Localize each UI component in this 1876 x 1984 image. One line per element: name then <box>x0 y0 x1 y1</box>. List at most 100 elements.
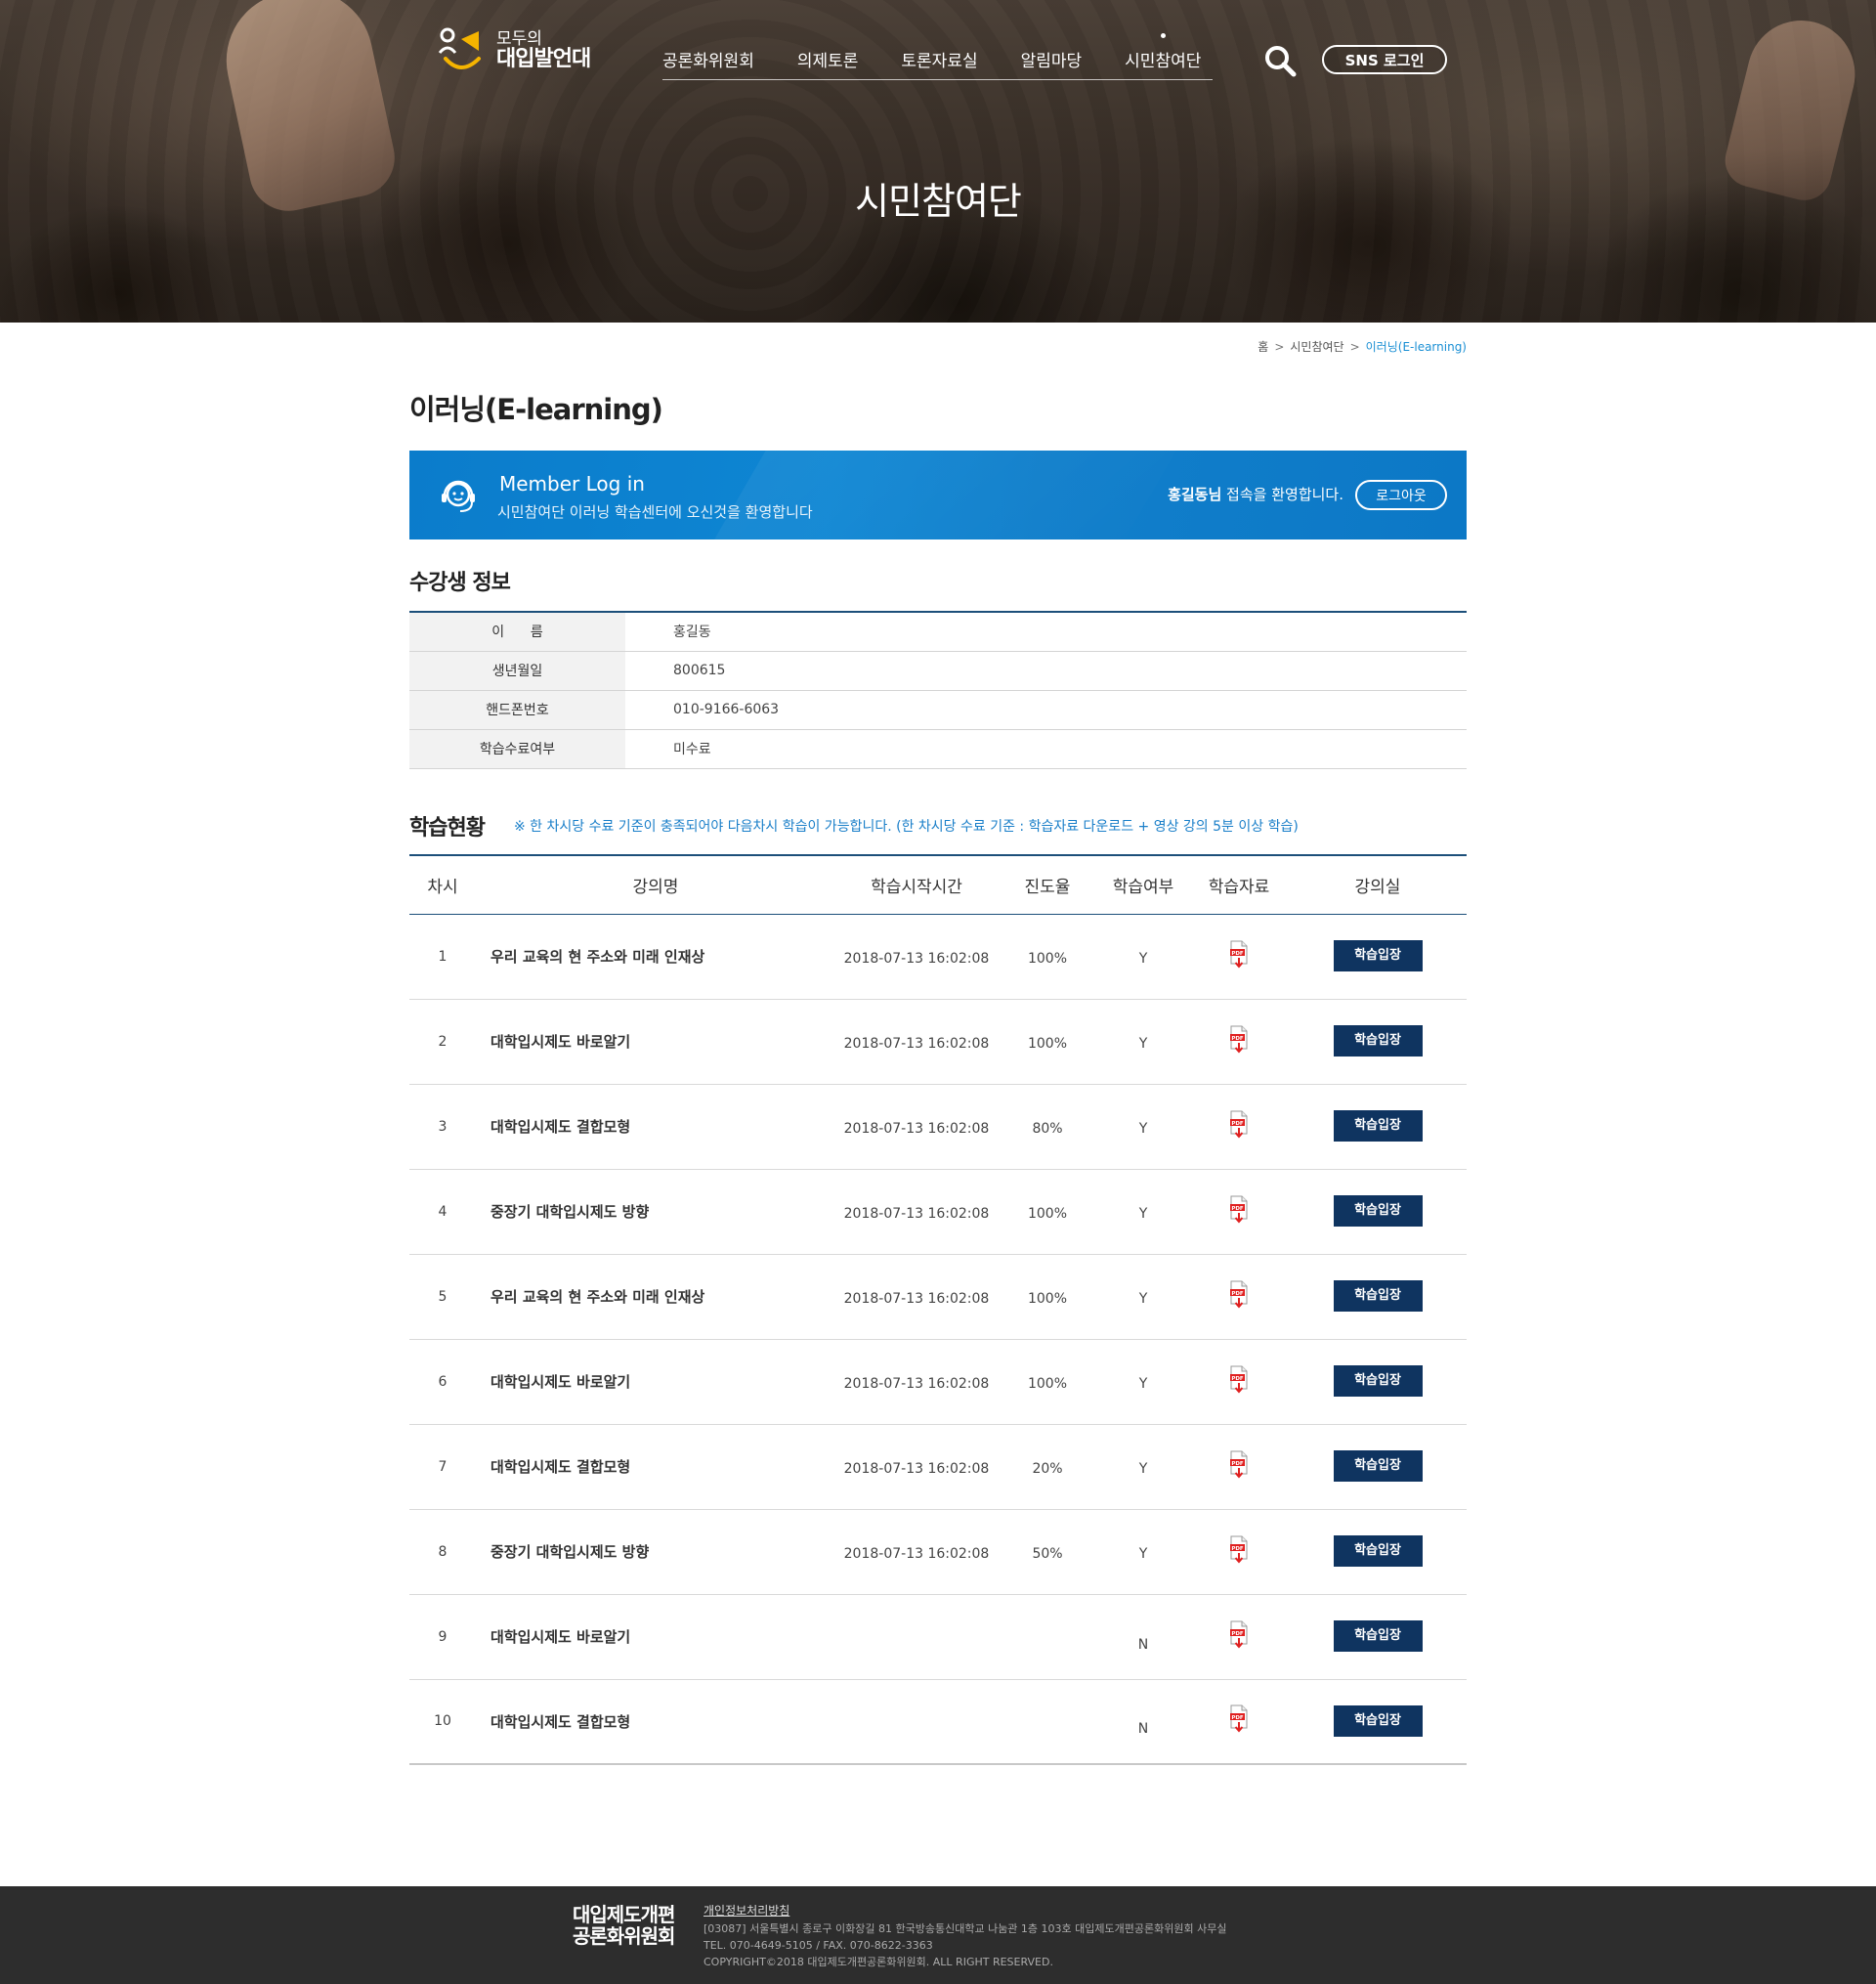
completion-status: Y <box>1097 1339 1189 1425</box>
pdf-download-icon[interactable]: PDF <box>1229 1365 1249 1395</box>
logout-button[interactable]: 로그아웃 <box>1355 480 1447 510</box>
svg-text:PDF: PDF <box>1231 1376 1244 1382</box>
main-menu: 공론화위원회 의제토론 토론자료실 알림마당 시민참여단 <box>662 33 1213 80</box>
session-number: 9 <box>409 1594 476 1680</box>
pdf-download-icon[interactable]: PDF <box>1229 1280 1249 1310</box>
site-logo[interactable]: 모두의 대입발언대 <box>436 25 591 76</box>
completion-status: N <box>1137 1721 1149 1738</box>
col-material-header: 학습자료 <box>1189 855 1289 915</box>
start-time: 2018-07-13 16:02:08 <box>835 1169 998 1255</box>
svg-text:PDF: PDF <box>1231 1631 1244 1637</box>
info-row: 생년월일 800615 <box>409 651 1467 691</box>
footer-logo-line2: 공론화위원회 <box>573 1924 675 1948</box>
session-number: 1 <box>409 914 476 1000</box>
pdf-download-icon[interactable]: PDF <box>1229 1110 1249 1140</box>
pdf-download-icon[interactable]: PDF <box>1229 1535 1249 1565</box>
pdf-download-icon[interactable]: PDF <box>1229 1620 1249 1650</box>
sns-login-button[interactable]: SNS 로그인 <box>1322 45 1447 74</box>
menu-item-agenda[interactable]: 의제토론 <box>797 47 859 71</box>
site-footer: 대입제도개편 공론화위원회 개인정보처리방침 [03087] 서울특별시 종로구… <box>0 1886 1876 1984</box>
svg-text:PDF: PDF <box>1231 1121 1244 1127</box>
classroom-cell: 학습입장 <box>1289 1679 1467 1764</box>
progress-rate: 100% <box>998 1339 1097 1425</box>
menu-item-citizen-panel[interactable]: 시민참여단 <box>1125 33 1201 71</box>
col-lecture-header: 강의명 <box>476 855 835 915</box>
info-row: 학습수료여부 미수료 <box>409 729 1467 769</box>
breadcrumb-section[interactable]: 시민참여단 <box>1290 338 1343 355</box>
info-label: 학습수료여부 <box>409 729 625 769</box>
search-icon[interactable] <box>1262 43 1298 78</box>
lecture-title: 대학입시제도 바로알기 <box>476 1594 835 1680</box>
menu-item-committee[interactable]: 공론화위원회 <box>662 47 754 71</box>
pdf-download-icon[interactable]: PDF <box>1229 1704 1249 1734</box>
breadcrumb-current: 이러닝(E-learning) <box>1365 340 1467 354</box>
info-label: 이 름 <box>409 612 625 652</box>
privacy-policy-link[interactable]: 개인정보처리방침 <box>704 1902 1226 1920</box>
info-value: 010-9166-6063 <box>625 690 1467 730</box>
pdf-download-icon[interactable]: PDF <box>1229 1450 1249 1480</box>
footer-address: [03087] 서울특별시 종로구 이화장길 81 한국방송통신대학교 나눔관 … <box>704 1921 1227 1935</box>
info-value: 미수료 <box>625 729 1467 769</box>
classroom-cell: 학습입장 <box>1289 999 1467 1085</box>
logo-small-text: 모두의 <box>496 28 542 49</box>
welcome-text: 접속을 환영합니다. <box>1221 486 1343 503</box>
svg-text:PDF: PDF <box>1231 1546 1244 1552</box>
material-cell: PDF <box>1189 1594 1289 1680</box>
enter-class-button[interactable]: 학습입장 <box>1333 1194 1423 1227</box>
enter-class-button[interactable]: 학습입장 <box>1333 1704 1423 1737</box>
table-row: 7 대학입시제도 결합모형 2018-07-13 16:02:08 20% Y PDF 학습… <box>409 1424 1467 1510</box>
user-name: 홍길동님 <box>1168 486 1222 503</box>
table-row: 9 대학입시제도 바로알기 N PDF 학습입장 <box>409 1594 1467 1680</box>
study-status-table: 차시 강의명 학습시작시간 진도율 학습여부 학습자료 강의실 1 우리 교육의 현 주소와 … <box>409 854 1467 1765</box>
start-time: 2018-07-13 16:02:08 <box>835 1424 998 1510</box>
start-time: 2018-07-13 16:02:08 <box>835 1084 998 1170</box>
classroom-cell: 학습입장 <box>1289 1169 1467 1255</box>
pdf-download-icon[interactable]: PDF <box>1229 1025 1249 1055</box>
table-row: 2 대학입시제도 바로알기 2018-07-13 16:02:08 100% Y PDF 학… <box>409 999 1467 1085</box>
completion-status: Y <box>1097 1084 1189 1170</box>
enter-class-button[interactable]: 학습입장 <box>1333 1279 1423 1312</box>
pdf-download-icon[interactable]: PDF <box>1229 1195 1249 1225</box>
session-number: 4 <box>409 1169 476 1255</box>
breadcrumb: 홈 > 시민참여단 > 이러닝(E-learning) <box>1258 338 1467 355</box>
enter-class-button[interactable]: 학습입장 <box>1333 1449 1423 1482</box>
breadcrumb-home[interactable]: 홈 <box>1258 338 1268 355</box>
chevron-right-icon: > <box>1274 339 1285 354</box>
table-row: 4 중장기 대학입시제도 방향 2018-07-13 16:02:08 100% Y PD… <box>409 1169 1467 1255</box>
start-time: 2018-07-13 16:02:08 <box>835 1339 998 1425</box>
material-cell: PDF <box>1189 1084 1289 1170</box>
enter-class-button[interactable]: 학습입장 <box>1333 1534 1423 1567</box>
enter-class-button[interactable]: 학습입장 <box>1333 1619 1423 1652</box>
session-number: 10 <box>434 1713 451 1730</box>
pdf-download-icon[interactable]: PDF <box>1229 940 1249 970</box>
study-status-title: 학습현황 <box>409 816 486 841</box>
lecture-title: 우리 교육의 현 주소와 미래 인재상 <box>476 1254 835 1340</box>
completion-status: Y <box>1097 1424 1189 1510</box>
classroom-cell: 학습입장 <box>1289 1339 1467 1425</box>
session-number: 2 <box>409 999 476 1085</box>
progress-rate <box>998 1679 1097 1764</box>
enter-class-button[interactable]: 학습입장 <box>1333 1109 1423 1142</box>
lecture-title: 중장기 대학입시제도 방향 <box>476 1509 835 1595</box>
member-heading: Member Log in <box>499 472 645 496</box>
material-cell: PDF <box>1189 1679 1289 1764</box>
svg-text:PDF: PDF <box>1231 1206 1244 1212</box>
enter-class-button[interactable]: 학습입장 <box>1333 1364 1423 1397</box>
enter-class-button[interactable]: 학습입장 <box>1333 939 1423 971</box>
material-cell: PDF <box>1189 914 1289 1000</box>
member-subtitle: 시민참여단 이러닝 학습센터에 오신것을 환영합니다 <box>497 503 813 521</box>
info-row: 이 름 홍길동 <box>409 612 1467 652</box>
table-row: 5 우리 교육의 현 주소와 미래 인재상 2018-07-13 16:02:08 1… <box>409 1254 1467 1340</box>
enter-class-button[interactable]: 학습입장 <box>1333 1024 1423 1057</box>
lecture-title: 대학입시제도 결합모형 <box>490 1712 631 1731</box>
material-cell: PDF <box>1189 1339 1289 1425</box>
menu-item-resources[interactable]: 토론자료실 <box>901 47 977 71</box>
svg-text:PDF: PDF <box>1231 1036 1244 1042</box>
svg-text:PDF: PDF <box>1231 1715 1244 1721</box>
menu-item-notice[interactable]: 알림마당 <box>1021 47 1083 71</box>
footer-contact: TEL. 070-4649-5105 / FAX. 070-8622-3363 <box>704 1938 933 1952</box>
col-progress-header: 진도율 <box>998 855 1097 915</box>
col-completed-header: 학습여부 <box>1097 855 1189 915</box>
session-number: 6 <box>409 1339 476 1425</box>
lecture-title: 중장기 대학입시제도 방향 <box>476 1169 835 1255</box>
